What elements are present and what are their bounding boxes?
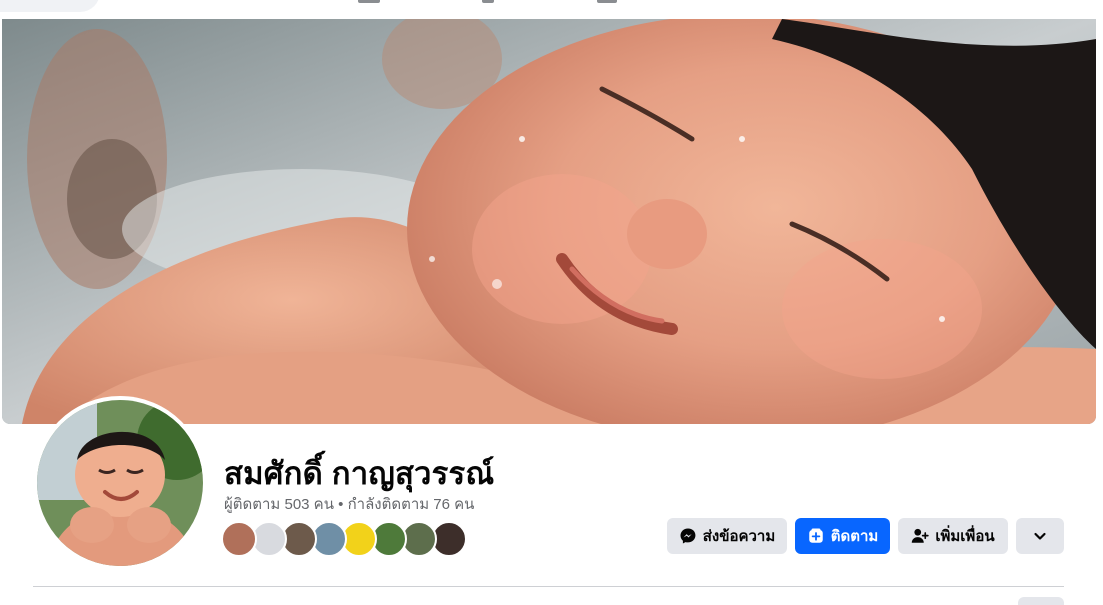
profile-avatar-image <box>37 400 203 566</box>
nav-home-tab[interactable] <box>358 0 380 3</box>
search-bar[interactable] <box>0 0 100 12</box>
add-friend-button[interactable]: เพิ่มเพื่อน <box>898 518 1008 554</box>
profile-avatar[interactable] <box>33 396 207 570</box>
follow-icon <box>808 528 823 543</box>
profile-name: สมศักดิ์ กาญสุวรรณ์ <box>224 456 495 491</box>
more-options-button[interactable] <box>1016 518 1064 554</box>
friend-avatar-1-icon[interactable] <box>221 521 257 557</box>
message-button[interactable]: ส่งข้อความ <box>667 518 787 554</box>
add-friend-button-label: เพิ่มเพื่อน <box>935 528 995 545</box>
top-navigation-bar <box>0 0 1103 18</box>
friends-avatar-row <box>221 521 467 557</box>
messenger-icon <box>680 528 696 544</box>
message-button-label: ส่งข้อความ <box>702 528 776 545</box>
chevron-down-icon <box>1034 532 1046 540</box>
following-count[interactable]: กำลังติดตาม 76 คน <box>348 496 475 513</box>
add-friend-icon <box>912 528 930 543</box>
tab-more-options[interactable] <box>1018 597 1064 605</box>
nav-friends-tab[interactable] <box>482 0 494 3</box>
stats-separator: • <box>333 496 348 513</box>
follow-button-label: ติดตาม <box>830 528 879 545</box>
follow-button[interactable]: ติดตาม <box>795 518 890 554</box>
profile-stats: ผู้ติดตาม 503 คน • กำลังติดตาม 76 คน <box>224 492 474 516</box>
nav-watch-tab[interactable] <box>597 0 617 3</box>
profile-header-divider <box>33 586 1064 587</box>
cover-photo[interactable] <box>2 19 1096 424</box>
followers-count[interactable]: ผู้ติดตาม 503 คน <box>224 496 334 513</box>
cover-photo-image <box>2 19 1096 424</box>
